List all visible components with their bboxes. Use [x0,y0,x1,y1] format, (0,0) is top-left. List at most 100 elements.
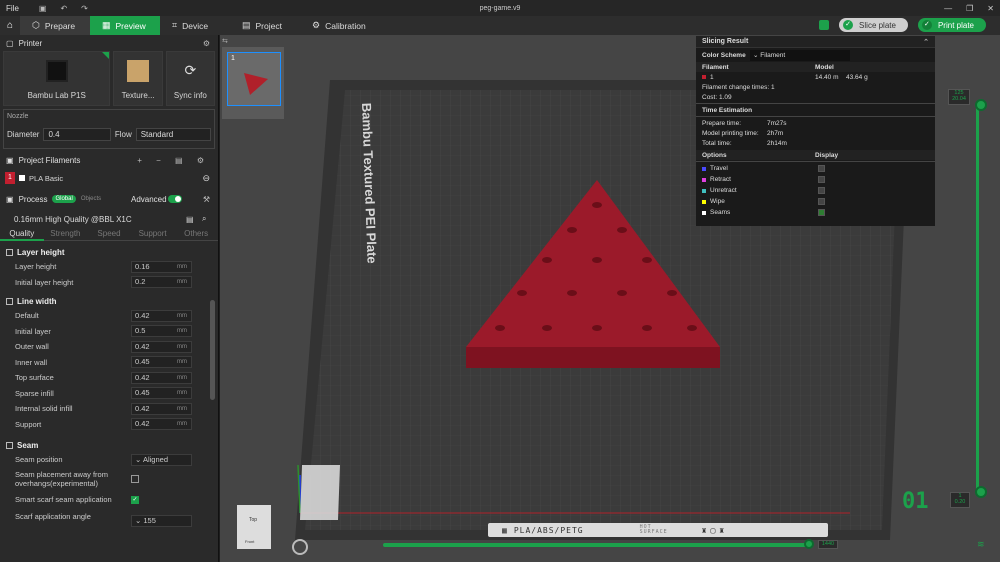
total-time-row: Total time: 2h14m [702,139,787,147]
line-width-icon [6,297,13,305]
model-printing-time-row: Model printing time: 2h7m [702,129,784,137]
slice-plate-button[interactable]: ✓ Slice plate [839,18,908,32]
option-display-checkbox[interactable] [818,165,825,172]
filament-item[interactable]: 1 PLA Basic ⊖ [0,168,218,188]
collapse-panel-icon[interactable]: ⇆ [222,37,228,45]
option-display-checkbox[interactable] [818,187,825,194]
check-icon: ✓ [843,20,854,30]
option-display-checkbox[interactable] [818,176,825,183]
redo-icon[interactable]: ↷ [81,4,88,13]
layer-bottom-knob[interactable] [975,486,987,498]
tab-speed[interactable]: Speed [87,229,131,238]
line-width-param-row: Initial layer 0.5 mm [0,324,218,340]
layer-icon [6,248,13,256]
compare-icon[interactable]: ⚒ [203,195,210,204]
tab-calibration[interactable]: ⚙ Calibration [300,16,390,35]
filament-usage-row: 1 14.40 m 43.64 g [696,72,935,82]
scarf-angle-input[interactable]: ⌄ 155 [131,514,192,527]
plate-thumbnail-1[interactable]: 1 [227,52,281,106]
option-row: Wipe [696,196,935,207]
advanced-toggle[interactable] [168,195,182,203]
layer-height-param-row: Layer height 0.16 mm [0,259,218,275]
objects-toggle[interactable]: Objects [81,196,101,202]
plate-preview-image [244,73,268,95]
tab-strength[interactable]: Strength [44,229,88,238]
close-button[interactable]: ✕ [987,4,994,13]
options-header: Options Display [696,150,935,160]
color-scheme-row: Color Scheme ⌄ Filament [696,48,935,62]
seam-icon [6,441,13,449]
check-icon: ✓ [921,20,932,30]
cost-row: Cost: 1.09 [702,93,732,101]
title-bar: File ▣ ↶ ↷ peg-game.v9 — ❐ ✕ [0,0,1000,16]
filament-color-dot [702,75,706,79]
camera-reset-icon[interactable] [292,539,308,555]
search-icon[interactable]: ⌕ [202,214,206,224]
tab-support[interactable]: Support [131,229,175,238]
undo-icon[interactable]: ↶ [60,4,67,13]
collapse-icon[interactable]: ⌃ [923,38,929,46]
move-slider-knob[interactable] [804,539,814,549]
printer-settings-icon[interactable]: ⚙ [203,39,210,48]
print-plate-button[interactable]: ✓ Print plate [917,18,986,32]
gcode-move-slider[interactable] [383,543,813,547]
tab-device[interactable]: ⌗ Device [160,16,230,35]
global-toggle[interactable]: Global [52,195,76,203]
scarf-checkbox[interactable]: ✓ [131,495,139,504]
process-tabs: Quality Strength Speed Support Others [0,227,218,241]
color-scheme-select[interactable]: ⌄ Filament [750,49,850,61]
scarf-row: Smart scarf seam application ✓ [15,495,139,504]
layer-height-param-row: Initial layer height 0.2 mm [0,275,218,291]
tab-quality[interactable]: Quality [0,227,44,241]
filament-color-swatch[interactable] [19,175,25,181]
seam-group: Seam [0,438,218,452]
process-profile-select[interactable]: 0.16mm High Quality @BBL X1C [10,213,176,226]
time-estimation-header: Time Estimation [702,106,753,114]
flow-select[interactable]: Standard [135,128,211,141]
view-cube[interactable]: Top Front [237,505,271,549]
file-menu[interactable]: File [6,4,19,13]
line-width-param-row: Default 0.42 mm [0,308,218,324]
save-profile-icon[interactable]: ▤ [186,215,194,224]
home-icon[interactable]: ⌂ [0,16,20,35]
nozzle-diameter-select[interactable]: 0.4 [43,128,111,141]
tab-prepare[interactable]: ⬡ Prepare [20,16,90,35]
sidebar-scrollbar[interactable] [210,300,215,400]
main-toolbar: ⌂ ⬡ Prepare ▦ Preview ⌗ Device ▤ Project ⚙ Ca… [0,16,1000,35]
tab-preview[interactable]: ▦ Preview [90,16,160,35]
option-display-checkbox[interactable] [818,209,825,216]
process-section-header: ▣ Process Global Objects Advanced ⚒ [6,194,210,204]
layer-top-knob[interactable] [975,99,987,111]
sync-info-button[interactable]: ⟳ Sync info [165,51,216,106]
device-icon: ⌗ [172,20,178,30]
option-row: Retract [696,174,935,185]
project-icon: ▤ [242,20,251,30]
tab-project[interactable]: ▤ Project [230,16,300,35]
plate-thumbnails: 1 [222,47,284,119]
slice-all-icon[interactable] [819,20,830,30]
option-color-dot [702,199,706,204]
layer-slider[interactable] [976,104,979,494]
printer-icon: ▢ [6,38,14,48]
line-width-param-row: Support 0.42 mm [0,417,218,433]
tab-others[interactable]: Others [174,229,218,238]
filament-actions[interactable]: + − ▤ ⚙ [137,156,210,165]
layer-height-group: Layer height [0,245,218,259]
model-base [466,347,720,368]
slicing-result-header: Slicing Result ⌃ [696,36,935,48]
seam-away-checkbox[interactable] [131,474,139,483]
layers-stack-icon[interactable]: ≋ [977,539,985,550]
printer-selector[interactable]: Bambu Lab P1S [3,51,111,106]
save-icon[interactable]: ▣ [39,4,47,13]
option-display-checkbox[interactable] [818,198,825,205]
maximize-button[interactable]: ❐ [966,4,973,13]
plate-tools-icons[interactable]: ♜▢♜ [702,526,728,535]
minimize-button[interactable]: — [944,4,952,13]
seam-position-select[interactable]: ⌄ Aligned [131,453,192,466]
prepare-time-row: Prepare time: 7m27s [702,119,787,127]
plate-selector[interactable]: Texture... [113,51,163,106]
option-color-dot [702,188,706,193]
printer-section-header: ▢ Printer ⚙ [6,38,210,48]
printer-image [45,60,68,82]
remove-filament-icon[interactable]: ⊖ [202,173,210,184]
